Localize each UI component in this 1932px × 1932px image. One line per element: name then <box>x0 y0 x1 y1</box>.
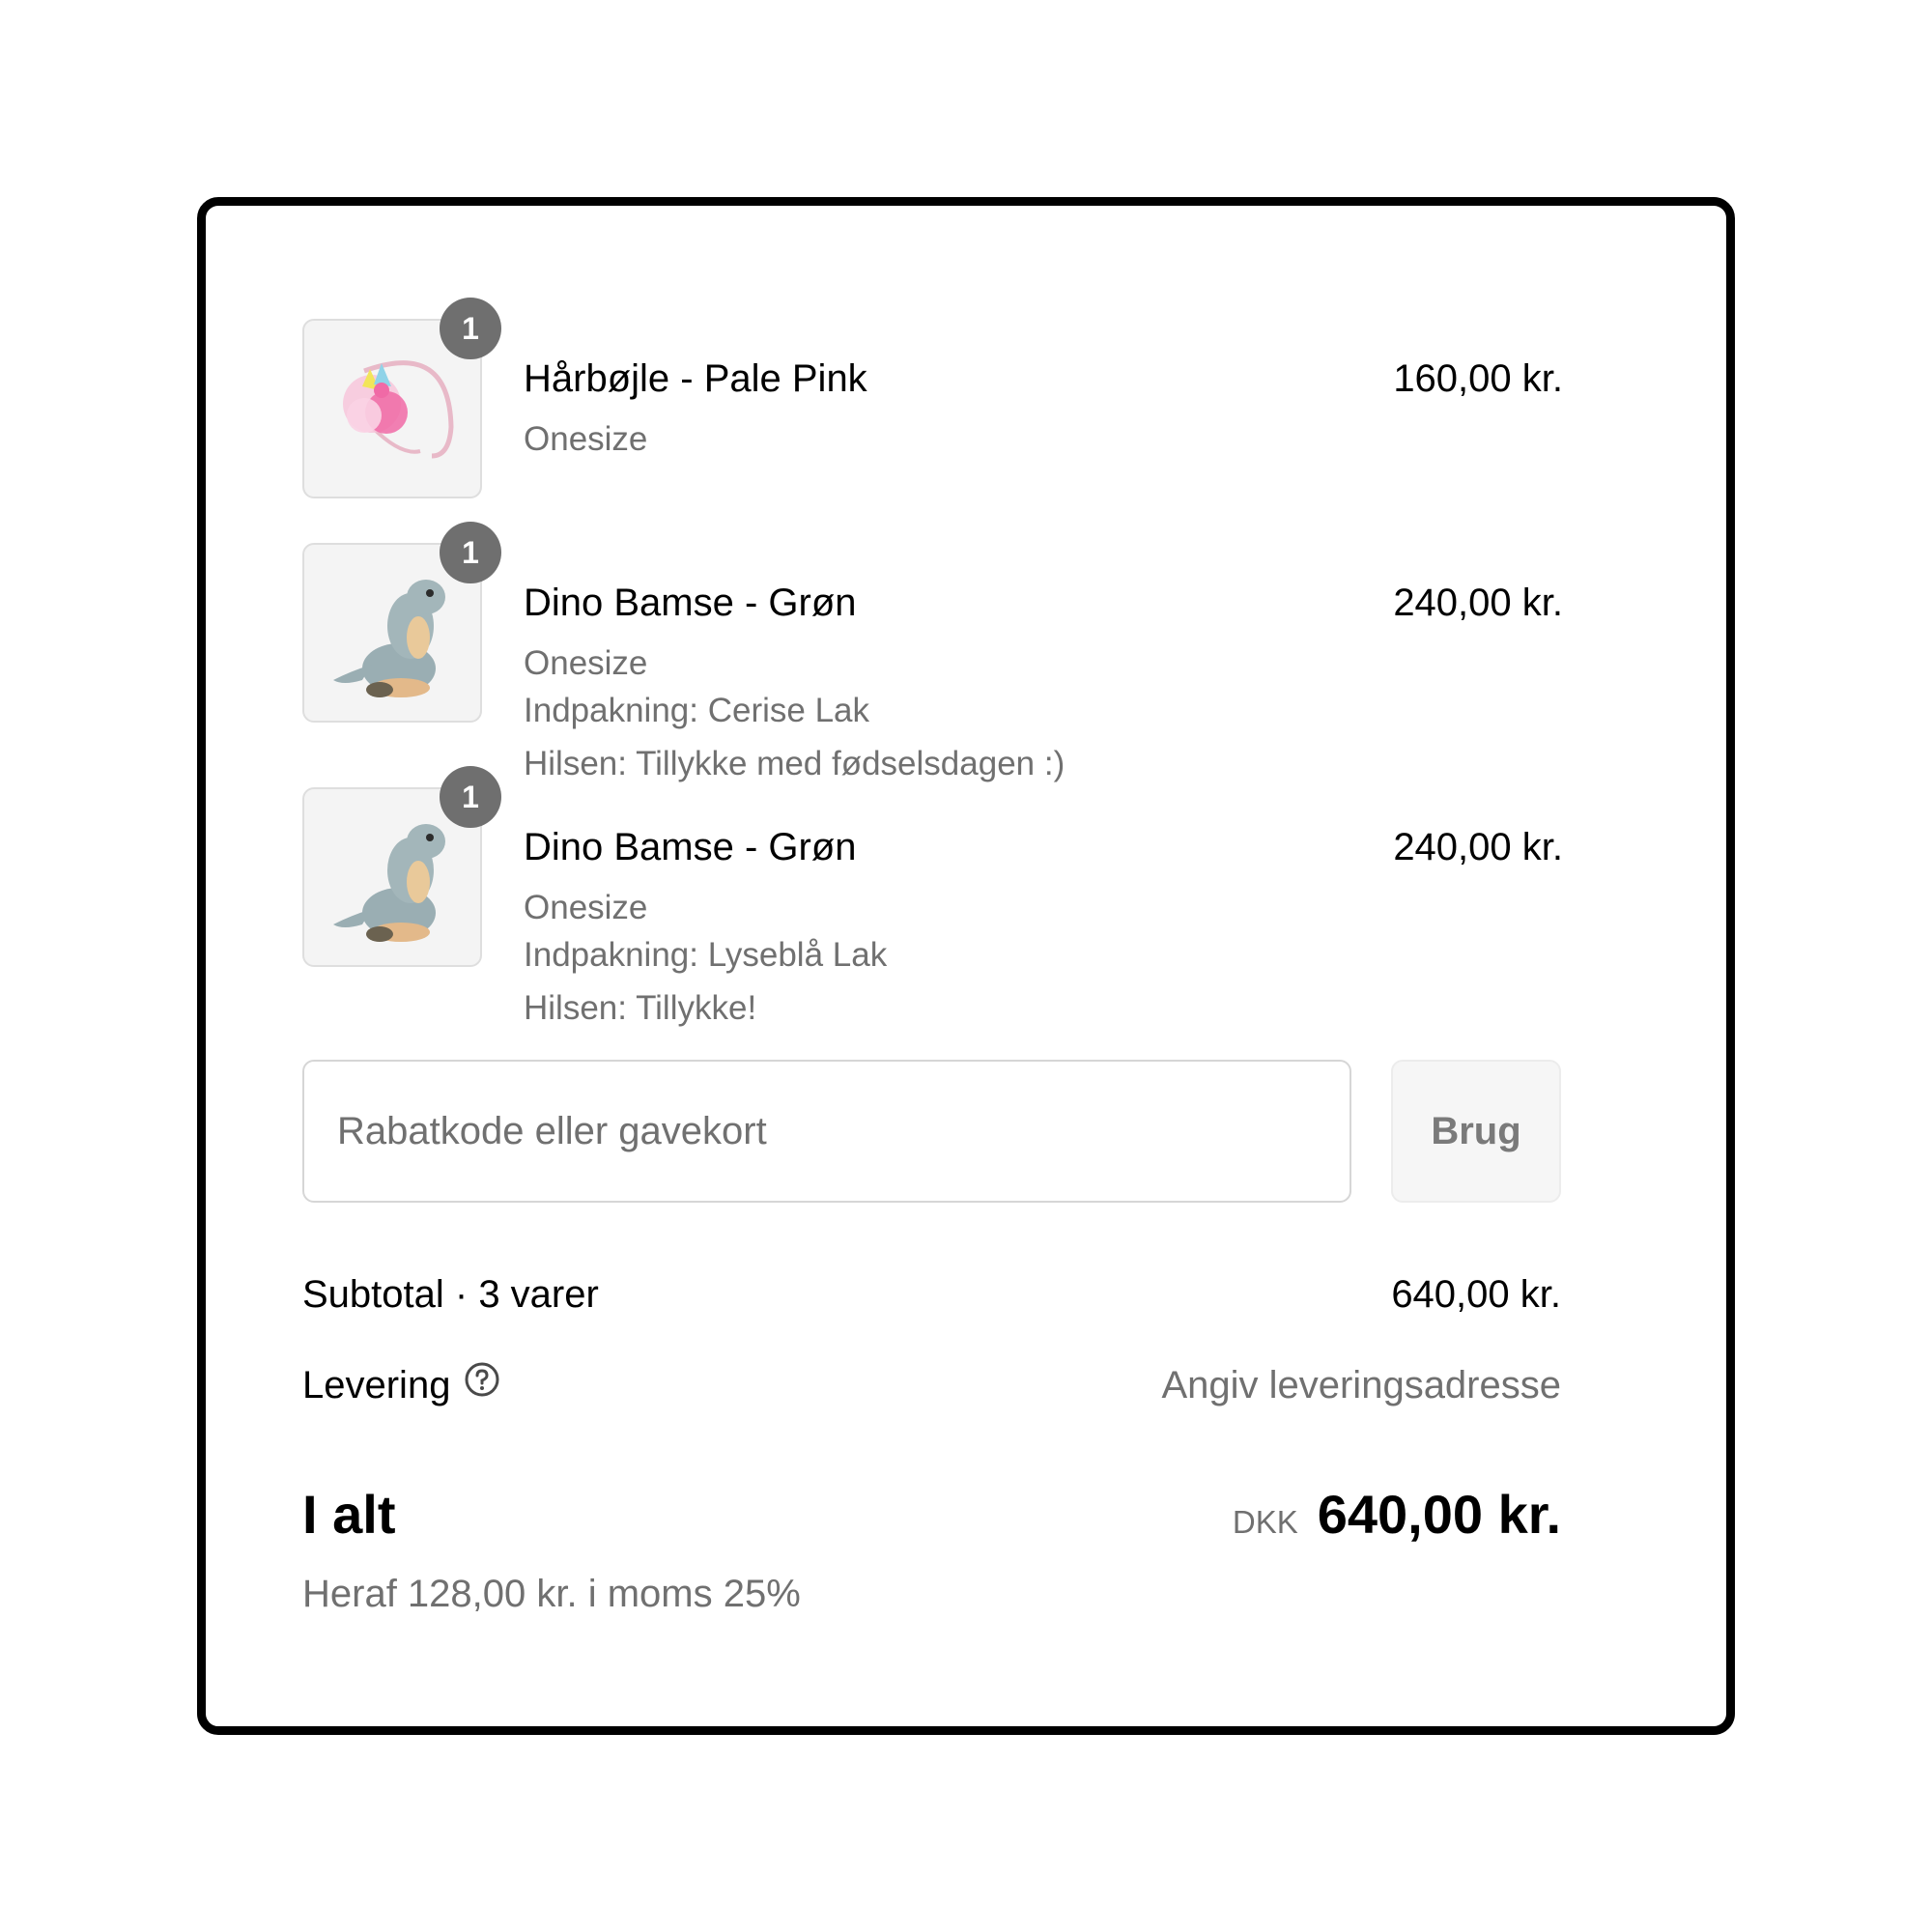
subtotal-value: 640,00 kr. <box>1391 1273 1561 1316</box>
shipping-label: Levering <box>302 1364 451 1406</box>
item-price: 240,00 kr. <box>1393 826 1563 868</box>
item-price: 240,00 kr. <box>1393 582 1563 624</box>
item-size: Onesize <box>524 420 648 458</box>
item-price: 160,00 kr. <box>1393 357 1563 400</box>
tax-note: Heraf 128,00 kr. i moms 25% <box>302 1573 801 1615</box>
item-greeting: Hilsen: Tillykke! <box>524 989 757 1027</box>
apply-discount-button[interactable]: Brug <box>1391 1060 1561 1203</box>
item-size: Onesize <box>524 889 648 926</box>
discount-code-input[interactable] <box>302 1060 1351 1203</box>
total-label: I alt <box>302 1484 396 1545</box>
quantity-badge: 1 <box>440 522 501 583</box>
shipping-row: Levering <box>302 1362 500 1408</box>
subtotal-label: Subtotal · 3 varer <box>302 1273 599 1316</box>
item-wrapping: Indpakning: Cerise Lak <box>524 692 869 729</box>
currency-code: DKK <box>1232 1504 1298 1540</box>
item-size: Onesize <box>524 644 648 682</box>
quantity-badge: 1 <box>440 298 501 359</box>
shipping-value: Angiv leveringsadresse <box>1161 1364 1561 1406</box>
item-wrapping: Indpakning: Lyseblå Lak <box>524 936 888 974</box>
item-name: Hårbøjle - Pale Pink <box>524 357 867 400</box>
item-name: Dino Bamse - Grøn <box>524 582 857 624</box>
question-circle-icon[interactable] <box>464 1361 500 1408</box>
item-name: Dino Bamse - Grøn <box>524 826 857 868</box>
total-row: DKK 640,00 kr. <box>1233 1484 1561 1546</box>
total-amount: 640,00 kr. <box>1317 1484 1561 1545</box>
item-greeting: Hilsen: Tillykke med fødselsdagen :) <box>524 745 1065 782</box>
quantity-badge: 1 <box>440 766 501 828</box>
